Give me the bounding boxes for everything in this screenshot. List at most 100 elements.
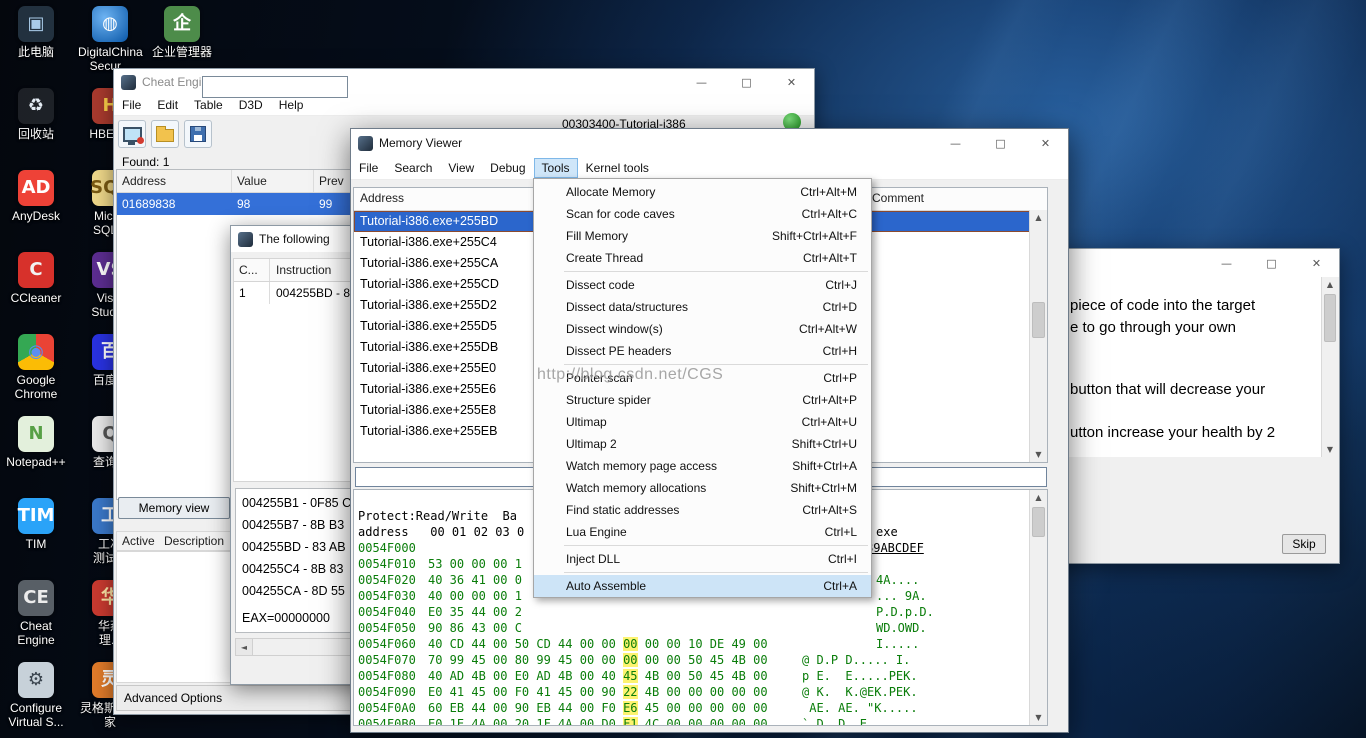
- scrollbar-thumb[interactable]: [1324, 294, 1336, 342]
- menu-item-label: Ultimap 2: [566, 433, 617, 455]
- desktop-root: { "watermark": "http://blog.csdn.net/CGS…: [0, 0, 1366, 738]
- memory-view-button[interactable]: Memory view: [118, 497, 230, 519]
- menu-item-shortcut: Ctrl+H: [823, 340, 857, 362]
- window-title: The following: [259, 232, 330, 246]
- menu-item[interactable]: Create Thread Ctrl+Alt+T: [534, 247, 871, 269]
- close-button[interactable]: ✕: [1023, 129, 1068, 157]
- desktop-icon[interactable]: CE Cheat Engine: [4, 580, 68, 658]
- menu-item[interactable]: Dissect data/structures Ctrl+D: [534, 296, 871, 318]
- scroll-down-icon[interactable]: ▼: [1030, 447, 1047, 462]
- close-button[interactable]: ✕: [769, 69, 814, 95]
- open-table-button[interactable]: [151, 120, 179, 148]
- menu-item[interactable]: Search: [386, 158, 440, 178]
- hex-row[interactable]: 0054F0B0 C0 12 4C 00 00 00 00 00 D0 2B 4…: [354, 700, 1047, 716]
- minimize-button[interactable]: —: [933, 129, 978, 157]
- desktop-icon[interactable]: ♻ 回收站: [4, 88, 68, 166]
- vertical-scrollbar[interactable]: ▲ ▼: [1029, 210, 1047, 462]
- menu-item[interactable]: Help: [271, 95, 312, 115]
- menu-item[interactable]: Watch memory page access Shift+Ctrl+A: [534, 455, 871, 477]
- column-header-description[interactable]: Description: [164, 534, 224, 548]
- scroll-up-icon[interactable]: ▲: [1322, 277, 1338, 292]
- hex-row[interactable]: 0054F050 40 CD 44 00 50 CD 44 00 00 00 0…: [354, 604, 1047, 620]
- menu-item[interactable]: Dissect code Ctrl+J: [534, 274, 871, 296]
- tutorial-text-line: e to go through your own: [1070, 319, 1236, 336]
- menu-item-label: Fill Memory: [566, 225, 628, 247]
- hex-row[interactable]: 0054F090 60 EB 44 00 90 EB 44 00 F0 E6 4…: [354, 668, 1047, 684]
- menu-item[interactable]: Fill Memory Shift+Ctrl+Alt+F: [534, 225, 871, 247]
- folder-icon: [156, 129, 174, 142]
- menu-item[interactable]: Kernel tools: [578, 158, 657, 178]
- tutorial-text-line: button that will decrease your: [1070, 381, 1265, 398]
- hex-address: 0054F0B0: [358, 716, 416, 726]
- minimize-button[interactable]: —: [679, 69, 724, 95]
- desktop-icon[interactable]: ▣ 此电脑: [4, 6, 68, 84]
- menu-item[interactable]: View: [440, 158, 482, 178]
- scroll-left-icon[interactable]: ◄: [236, 639, 253, 655]
- column-header-address[interactable]: Address: [117, 170, 232, 192]
- menu-item[interactable]: Tools: [534, 158, 578, 178]
- scroll-down-icon[interactable]: ▼: [1322, 442, 1338, 457]
- desktop-icon[interactable]: C CCleaner: [4, 252, 68, 330]
- desktop-icon[interactable]: AD AnyDesk: [4, 170, 68, 248]
- scan-value-input[interactable]: [202, 76, 348, 98]
- minimize-button[interactable]: —: [1204, 249, 1249, 277]
- desktop-icon[interactable]: ⚙ Configure Virtual S...: [4, 662, 68, 738]
- select-process-button[interactable]: [118, 120, 146, 148]
- desktop-icon-glyph: ◉: [28, 343, 44, 361]
- menu-item[interactable]: Dissect PE headers Ctrl+H: [534, 340, 871, 362]
- desktop-icon[interactable]: TIM TIM: [4, 498, 68, 576]
- hex-row[interactable]: 0054F060 70 99 45 00 80 99 45 00 00 00 0…: [354, 620, 1047, 636]
- hex-byte-highlighted[interactable]: F1: [623, 717, 637, 726]
- scrollbar-thumb[interactable]: [1032, 507, 1045, 537]
- desktop-icon-image: TIM: [18, 498, 54, 534]
- menu-item[interactable]: Allocate Memory Ctrl+Alt+M: [534, 181, 871, 203]
- menu-item-label: Create Thread: [566, 247, 643, 269]
- menu-item[interactable]: File: [114, 95, 149, 115]
- menu-item[interactable]: D3D: [231, 95, 271, 115]
- scroll-up-icon[interactable]: ▲: [1030, 210, 1047, 225]
- menu-item[interactable]: Edit: [149, 95, 186, 115]
- column-header-address[interactable]: Address: [360, 191, 404, 205]
- desktop-icon[interactable]: N Notepad++: [4, 416, 68, 494]
- skip-button[interactable]: Skip: [1282, 534, 1326, 554]
- column-header-count[interactable]: C...: [234, 259, 270, 281]
- maximize-button[interactable]: □: [978, 129, 1023, 157]
- column-header-value[interactable]: Value: [232, 170, 314, 192]
- desktop-icon-label: Configure Virtual S...: [4, 701, 68, 729]
- desktop-icon[interactable]: ◉ Google Chrome: [4, 334, 68, 412]
- desktop-icon-column-1: ▣ 此电脑 ♻ 回收站 AD AnyDesk C CCleaner ◉ Goog…: [4, 6, 68, 738]
- menu-item[interactable]: Ultimap 2 Shift+Ctrl+U: [534, 433, 871, 455]
- desktop-icon-label: Notepad++: [4, 455, 68, 469]
- hex-bytes: E0 1E 4A 00 20 1F 4A 00 D0 F1 4C 00 00 0…: [428, 716, 768, 726]
- save-table-button[interactable]: [184, 120, 212, 148]
- menu-item[interactable]: Dissect window(s) Ctrl+Alt+W: [534, 318, 871, 340]
- vertical-scrollbar[interactable]: ▲ ▼: [1321, 277, 1338, 457]
- vertical-scrollbar[interactable]: ▲ ▼: [1029, 490, 1047, 725]
- menu-item[interactable]: Auto Assemble Ctrl+A: [534, 575, 871, 597]
- hex-row[interactable]: 0054F0A0 E0 1E 4A 00 20 1F 4A 00 D0 F1 4…: [354, 684, 1047, 700]
- menu-item[interactable]: Table: [186, 95, 231, 115]
- menu-item-shortcut: Ctrl+Alt+M: [800, 181, 857, 203]
- menu-item[interactable]: Structure spider Ctrl+Alt+P: [534, 389, 871, 411]
- menu-item-shortcut: Shift+Ctrl+U: [792, 433, 857, 455]
- close-button[interactable]: ✕: [1294, 249, 1339, 277]
- menu-item[interactable]: Scan for code caves Ctrl+Alt+C: [534, 203, 871, 225]
- hex-row[interactable]: 0054F080 E0 41 45 00 F0 41 45 00 90 22 4…: [354, 652, 1047, 668]
- hex-row[interactable]: 0054F070 40 AD 4B 00 E0 AD 4B 00 40 45 4…: [354, 636, 1047, 652]
- menu-item[interactable]: Ultimap Ctrl+Alt+U: [534, 411, 871, 433]
- menu-item[interactable]: File: [351, 158, 386, 178]
- scrollbar-thumb[interactable]: [1032, 302, 1045, 338]
- menu-item[interactable]: Debug: [482, 158, 533, 178]
- menu-item[interactable]: Watch memory allocations Shift+Ctrl+M: [534, 477, 871, 499]
- maximize-button[interactable]: □: [1249, 249, 1294, 277]
- menu-item-label: Structure spider: [566, 389, 651, 411]
- menu-item[interactable]: Inject DLL Ctrl+I: [534, 548, 871, 570]
- watermark-text: http://blog.csdn.net/CGS: [537, 366, 723, 384]
- maximize-button[interactable]: □: [724, 69, 769, 95]
- menu-item[interactable]: Lua Engine Ctrl+L: [534, 521, 871, 543]
- scroll-down-icon[interactable]: ▼: [1030, 710, 1047, 725]
- column-header-active[interactable]: Active: [122, 534, 155, 548]
- menu-item[interactable]: Find static addresses Ctrl+Alt+S: [534, 499, 871, 521]
- column-header-comment[interactable]: Comment: [872, 191, 924, 205]
- scroll-up-icon[interactable]: ▲: [1030, 490, 1047, 505]
